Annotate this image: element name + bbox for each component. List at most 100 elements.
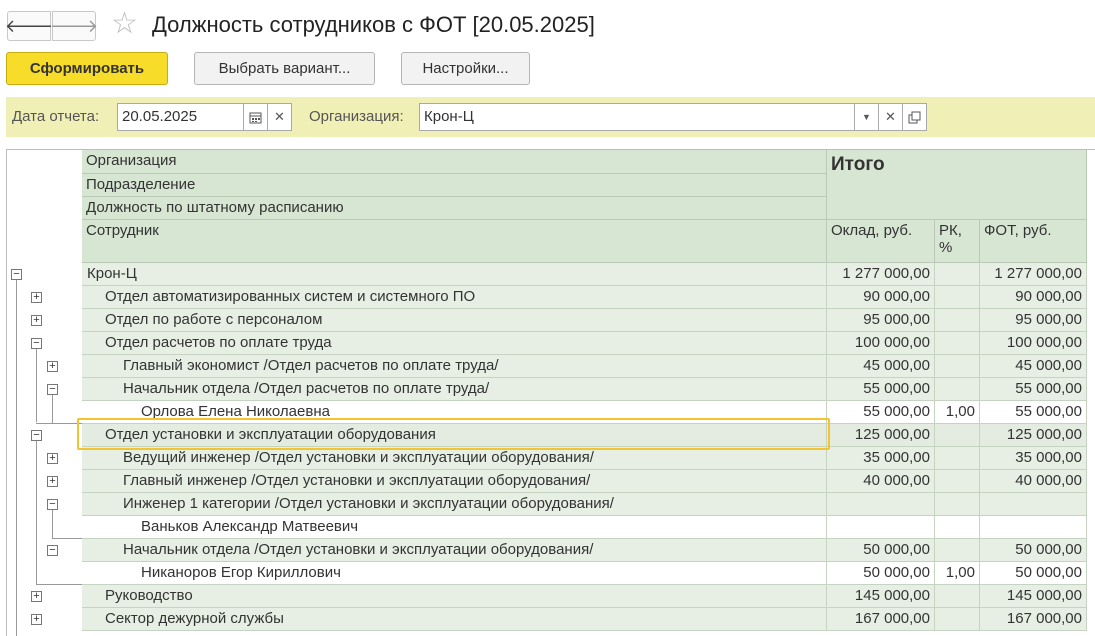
tree-line: [36, 349, 37, 422]
arrow-right-icon: 🡒: [49, 15, 99, 36]
row-name-cell: Отдел установки и эксплуатации оборудова…: [82, 424, 827, 447]
row-rk-cell: [935, 286, 980, 309]
row-salary-cell: 125 000,00: [827, 424, 935, 447]
collapse-icon[interactable]: −: [47, 545, 58, 556]
tree-line: [36, 423, 82, 424]
row-salary-cell: 95 000,00: [827, 309, 935, 332]
row-fot-cell: [980, 493, 1087, 516]
row-name-cell: Отдел по работе с персоналом: [82, 309, 827, 332]
table-row[interactable]: Сектор дежурной службы 167 000,00 167 000,…: [82, 608, 1087, 631]
table-row[interactable]: Никаноров Егор Кириллович 50 000,00 1,00 50…: [82, 562, 1087, 585]
row-rk-cell: [935, 493, 980, 516]
row-rk-cell: [935, 378, 980, 401]
forward-button[interactable]: 🡒: [49, 11, 99, 41]
select-variant-button[interactable]: Выбрать вариант...: [194, 52, 375, 85]
back-button[interactable]: 🡐: [5, 11, 53, 41]
organization-label: Организация:: [309, 108, 404, 125]
row-salary-cell: 100 000,00: [827, 332, 935, 355]
header-salary: Оклад, руб.: [827, 220, 935, 263]
row-fot-cell: 125 000,00: [980, 424, 1087, 447]
row-name-cell: Отдел расчетов по оплате труда: [82, 332, 827, 355]
clear-date-button[interactable]: ✕: [267, 103, 292, 131]
favorite-star-icon[interactable]: ☆: [111, 9, 138, 39]
row-fot-cell: 55 000,00: [980, 378, 1087, 401]
row-name-cell: Руководство: [82, 585, 827, 608]
table-row[interactable]: Орлова Елена Николаевна 55 000,00 1,00 55 0…: [82, 401, 1087, 424]
open-window-icon: [908, 111, 921, 123]
settings-button[interactable]: Настройки...: [401, 52, 530, 85]
table-row[interactable]: Ведущий инженер /Отдел установки и экспл…: [82, 447, 1087, 470]
table-row[interactable]: Руководство 145 000,00 145 000,00: [82, 585, 1087, 608]
collapse-icon[interactable]: −: [47, 384, 58, 395]
row-rk-cell: 1,00: [935, 562, 980, 585]
tree-line: [52, 538, 82, 539]
header-organization: Организация: [82, 150, 827, 174]
clear-organization-button[interactable]: ✕: [878, 103, 903, 131]
row-fot-cell: 145 000,00: [980, 585, 1087, 608]
collapse-icon[interactable]: −: [47, 499, 58, 510]
row-rk-cell: [935, 263, 980, 286]
row-name-cell: Начальник отдела /Отдел расчетов по опла…: [82, 378, 827, 401]
collapse-icon[interactable]: −: [31, 430, 42, 441]
table-row[interactable]: Крон-Ц 1 277 000,00 1 277 000,00: [82, 263, 1087, 286]
expand-icon[interactable]: +: [31, 292, 42, 303]
header-department: Подразделение: [82, 174, 827, 197]
row-salary-cell: 1 277 000,00: [827, 263, 935, 286]
row-fot-cell: 100 000,00: [980, 332, 1087, 355]
row-salary-cell: 90 000,00: [827, 286, 935, 309]
report-table: Организация Подразделение Должность по ш…: [6, 149, 1095, 636]
calendar-icon: [249, 112, 262, 123]
expand-icon[interactable]: +: [47, 453, 58, 464]
table-row[interactable]: Главный инженер /Отдел установки и экспл…: [82, 470, 1087, 493]
row-rk-cell: [935, 332, 980, 355]
row-fot-cell: 1 277 000,00: [980, 263, 1087, 286]
table-row[interactable]: Ваньков Александр Матвеевич: [82, 516, 1087, 539]
expand-icon[interactable]: +: [31, 614, 42, 625]
row-fot-cell: [980, 516, 1087, 539]
row-rk-cell: [935, 539, 980, 562]
tree-line: [52, 510, 53, 538]
collapse-icon[interactable]: −: [11, 269, 22, 280]
row-rk-cell: [935, 309, 980, 332]
table-row[interactable]: Отдел автоматизированных систем и систем…: [82, 286, 1087, 309]
header-rk: РК, %: [935, 220, 980, 263]
row-rk-cell: [935, 608, 980, 631]
expand-icon[interactable]: +: [47, 476, 58, 487]
row-rk-cell: 1,00: [935, 401, 980, 424]
header-employee: Сотрудник: [82, 220, 827, 263]
table-row[interactable]: Начальник отдела /Отдел установки и эксп…: [82, 539, 1087, 562]
report-date-input[interactable]: 20.05.2025: [117, 103, 244, 131]
table-row[interactable]: Отдел установки и эксплуатации оборудова…: [82, 424, 1087, 447]
row-name-cell: Крон-Ц: [82, 263, 827, 286]
row-salary-cell: 45 000,00: [827, 355, 935, 378]
table-row[interactable]: Отдел расчетов по оплате труда 100 000,00…: [82, 332, 1087, 355]
table-row[interactable]: Начальник отдела /Отдел расчетов по опла…: [82, 378, 1087, 401]
organization-dropdown-button[interactable]: ▼: [854, 103, 879, 131]
row-name-cell: Сектор дежурной службы: [82, 608, 827, 631]
generate-button[interactable]: Сформировать: [6, 52, 168, 85]
row-salary-cell: 35 000,00: [827, 447, 935, 470]
tree-line: [16, 280, 17, 636]
close-icon: ✕: [885, 109, 896, 124]
row-salary-cell: 55 000,00: [827, 401, 935, 424]
open-organization-button[interactable]: [902, 103, 927, 131]
table-row[interactable]: Инженер 1 категории /Отдел установки и э…: [82, 493, 1087, 516]
row-salary-cell: 145 000,00: [827, 585, 935, 608]
table-row[interactable]: Отдел по работе с персоналом 95 000,00 95 …: [82, 309, 1087, 332]
collapse-icon[interactable]: −: [31, 338, 42, 349]
table-row[interactable]: Главный экономист /Отдел расчетов по опл…: [82, 355, 1087, 378]
row-salary-cell: 40 000,00: [827, 470, 935, 493]
row-name-cell: Ведущий инженер /Отдел установки и экспл…: [82, 447, 827, 470]
expand-icon[interactable]: +: [31, 591, 42, 602]
calendar-button[interactable]: [243, 103, 268, 131]
header-position: Должность по штатному расписанию: [82, 197, 827, 220]
row-name-cell: Орлова Елена Николаевна: [82, 401, 827, 424]
chevron-down-icon: ▼: [862, 112, 871, 122]
row-rk-cell: [935, 355, 980, 378]
row-salary-cell: 167 000,00: [827, 608, 935, 631]
row-fot-cell: 95 000,00: [980, 309, 1087, 332]
expand-icon[interactable]: +: [47, 361, 58, 372]
row-salary-cell: 55 000,00: [827, 378, 935, 401]
expand-icon[interactable]: +: [31, 315, 42, 326]
organization-input[interactable]: Крон-Ц: [419, 103, 855, 131]
